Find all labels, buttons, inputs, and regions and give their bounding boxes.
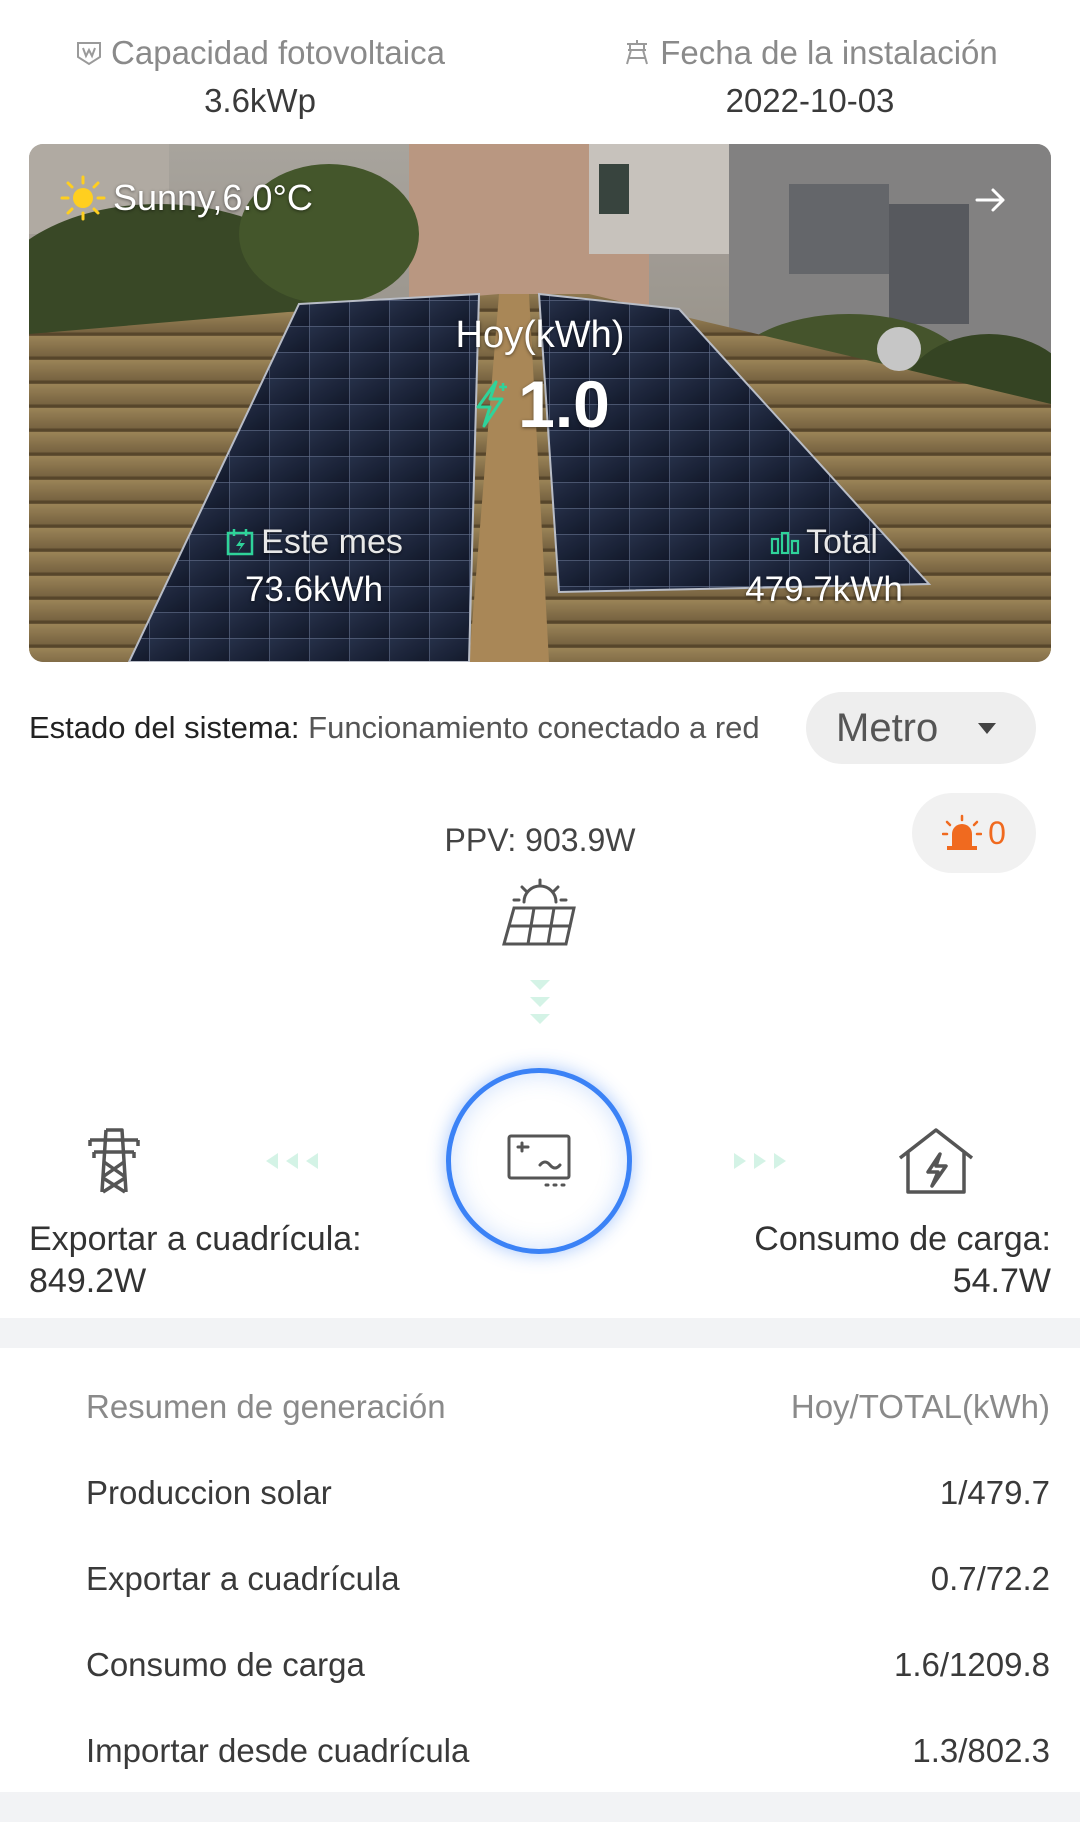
- summary-row-label: Consumo de carga: [86, 1646, 365, 1683]
- sun-icon: [60, 175, 106, 221]
- install-date-block: Fecha de la instalación 2022-10-03: [540, 30, 1080, 120]
- inverter-icon: [507, 1134, 571, 1187]
- summary-row: Importar desde cuadrícula 1.3/802.3: [86, 1732, 1050, 1770]
- meter-selector-value: Metro: [836, 705, 939, 750]
- capacity-block: Capacidad fotovoltaica 3.6kWp: [0, 30, 530, 120]
- summary-row-value: 1/479.7: [939, 1474, 1050, 1511]
- summary-row-label: Produccion solar: [86, 1474, 332, 1511]
- summary-row: Consumo de carga 1.6/1209.8: [86, 1646, 1050, 1684]
- system-status-label: Estado del sistema:: [29, 710, 300, 745]
- weather-info: Sunny,6.0°C: [59, 174, 313, 222]
- load-consumption-label: Consumo de carga:: [754, 1220, 1051, 1258]
- today-energy-label: Hoy(kWh): [455, 314, 625, 356]
- meter-selector[interactable]: Metro: [806, 692, 1036, 764]
- flow-right-arrows: [734, 1153, 786, 1169]
- installation-icon: [626, 40, 649, 65]
- lightning-icon: [476, 380, 508, 428]
- section-divider: [0, 1318, 1080, 1348]
- grid-export: Exportar a cuadrícula: 849.2W: [29, 1218, 362, 1302]
- month-energy-label: Este mes: [261, 522, 403, 561]
- load-consumption-value: 54.7W: [952, 1262, 1051, 1300]
- load-consumption: Consumo de carga: 54.7W: [754, 1218, 1051, 1302]
- system-status: Estado del sistema: Funcionamiento conec…: [29, 710, 760, 746]
- capacity-label: Capacidad fotovoltaica: [111, 34, 445, 71]
- transmission-tower-icon: [88, 1128, 140, 1194]
- grid-export-value: 849.2W: [29, 1262, 147, 1300]
- inverter-button[interactable]: [446, 1068, 632, 1254]
- bottom-divider: [0, 1792, 1080, 1822]
- flow-down-arrows: [530, 980, 550, 1024]
- summary-title: Resumen de generación: [86, 1388, 446, 1425]
- bar-chart-icon: [770, 531, 800, 555]
- system-status-value: Funcionamiento conectado a red: [299, 710, 760, 745]
- weather-text: Sunny,6.0°C: [113, 177, 313, 218]
- summary-row-value: 0.7/72.2: [930, 1560, 1050, 1597]
- today-energy-value: 1.0: [518, 367, 610, 441]
- flow-left-arrows: [266, 1153, 318, 1169]
- solar-panel-icon: [502, 878, 576, 946]
- caret-down-icon: [978, 722, 997, 734]
- capacity-value: 3.6kWp: [204, 82, 316, 119]
- summary-row: Exportar a cuadrícula 0.7/72.2: [86, 1560, 1050, 1598]
- panel-badge-icon: [77, 42, 102, 66]
- summary-unit: Hoy/TOTAL(kWh): [790, 1388, 1050, 1425]
- summary-row-value: 1.3/802.3: [912, 1732, 1050, 1769]
- summary-row-label: Exportar a cuadrícula: [86, 1560, 400, 1597]
- install-date-value: 2022-10-03: [725, 82, 895, 119]
- arrow-right-icon[interactable]: [971, 180, 1011, 220]
- total-energy-label: Total: [806, 522, 878, 561]
- summary-row: Produccion solar 1/479.7: [86, 1474, 1050, 1512]
- calendar-bolt-icon: [226, 529, 254, 556]
- house-power-icon: [898, 1128, 974, 1194]
- grid-export-label: Exportar a cuadrícula:: [29, 1220, 362, 1258]
- plant-hero-card[interactable]: Sunny,6.0°C Hoy(kWh) 1.0 Este mes 73.6kW…: [29, 144, 1051, 662]
- month-energy-value: 73.6kWh: [244, 570, 384, 609]
- summary-row-value: 1.6/1209.8: [894, 1646, 1050, 1683]
- total-energy: Total 479.7kWh: [674, 520, 974, 610]
- summary-row-label: Importar desde cuadrícula: [86, 1732, 470, 1769]
- total-energy-value: 479.7kWh: [745, 570, 903, 609]
- plant-overview-screen: Capacidad fotovoltaica 3.6kWp Fecha de l…: [0, 0, 1080, 1822]
- today-energy: 1.0: [29, 366, 1051, 442]
- month-energy: Este mes 73.6kWh: [164, 520, 464, 610]
- install-date-label: Fecha de la instalación: [660, 34, 998, 71]
- summary-header: Resumen de generación Hoy/TOTAL(kWh): [86, 1388, 1050, 1426]
- pv-power: PPV: 903.9W: [444, 822, 636, 858]
